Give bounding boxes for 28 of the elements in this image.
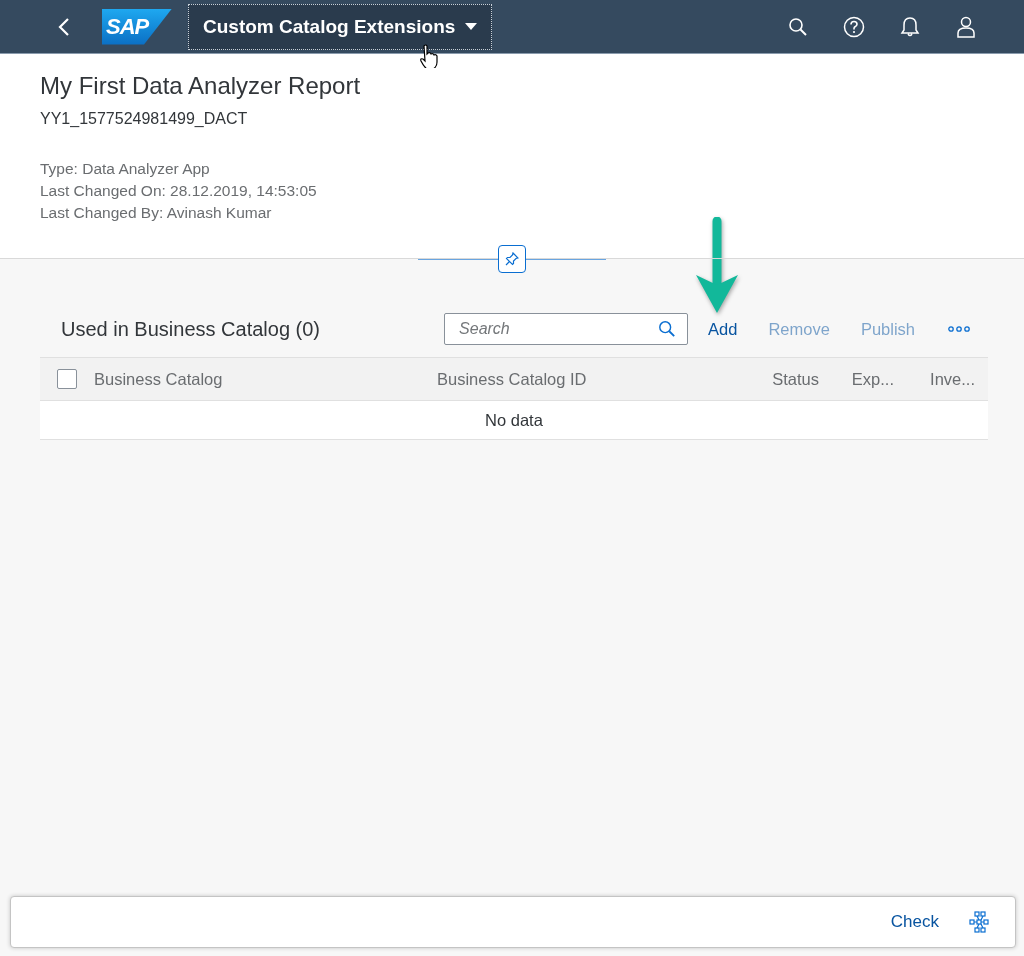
- app-title-menu[interactable]: Custom Catalog Extensions: [188, 3, 493, 50]
- column-header[interactable]: Business Catalog: [94, 369, 437, 389]
- column-header[interactable]: Business Catalog ID: [437, 369, 740, 389]
- object-id: YY1_1577524981499_DACT: [40, 110, 249, 128]
- help-icon: [843, 15, 865, 38]
- more-icon: [948, 326, 970, 332]
- user-icon: [956, 15, 976, 38]
- attribute-text: Last Changed On: 28.12.2019, 14:53:05: [40, 181, 318, 201]
- hierarchy-icon: [968, 911, 990, 933]
- bell-icon: [900, 15, 920, 38]
- attribute-text: Last Changed By: Avinash Kumar: [40, 203, 273, 223]
- caret-icon: [465, 22, 478, 31]
- search-field[interactable]: Search: [444, 313, 689, 345]
- search-icon: [658, 320, 677, 338]
- column-header[interactable]: Inve...: [894, 369, 975, 389]
- pin-button[interactable]: [498, 245, 526, 273]
- column-header[interactable]: Status: [740, 369, 819, 389]
- pin-icon: [505, 252, 519, 266]
- select-all-checkbox[interactable]: [57, 369, 77, 389]
- check-button[interactable]: Check: [890, 912, 939, 932]
- empty-table-text: No data: [485, 410, 543, 430]
- toolbar-action[interactable]: Add: [708, 319, 738, 339]
- search-icon: [788, 16, 808, 37]
- logo[interactable]: SAP: [102, 8, 172, 45]
- column-header[interactable]: Exp...: [819, 369, 894, 389]
- page-title: My First Data Analyzer Report: [40, 72, 362, 100]
- table-title: Used in Business Catalog (0): [61, 317, 320, 341]
- attribute-text: Type: Data Analyzer App: [40, 159, 211, 179]
